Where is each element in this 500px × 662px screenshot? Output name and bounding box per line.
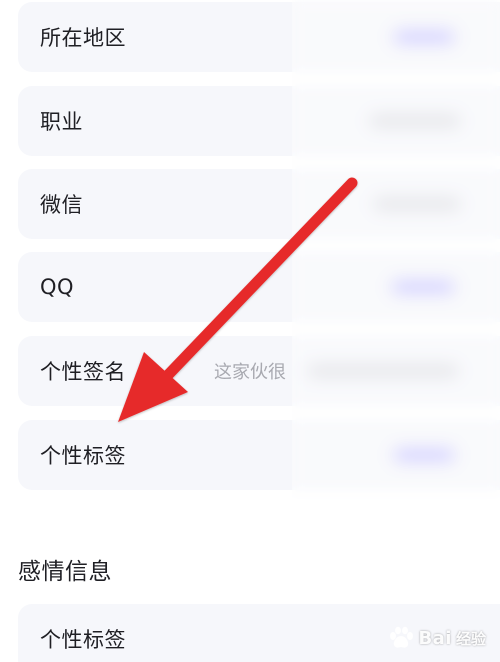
section-title-relationship: 感情信息: [18, 559, 112, 585]
baidu-paw-icon: [390, 626, 414, 648]
profile-edit-page: 所在地区 职业 微信 QQ 个性签名 这家伙很 个性标签 感情信息 个性标签 B…: [0, 0, 500, 662]
watermark-subtext: 经验: [455, 629, 486, 648]
watermark-text: Bai: [418, 627, 452, 649]
row-label: 微信: [40, 193, 83, 217]
row-label: 个性标签: [40, 628, 126, 652]
row-label: QQ: [40, 275, 75, 299]
row-label: 所在地区: [40, 26, 126, 50]
row-label: 职业: [40, 110, 83, 134]
row-label: 个性签名: [40, 360, 126, 384]
signature-hint: 这家伙很: [214, 362, 286, 383]
blurred-value-overlay: [292, 0, 500, 662]
row-label: 个性标签: [40, 444, 126, 468]
baidu-watermark: Bai 经验: [388, 626, 486, 650]
